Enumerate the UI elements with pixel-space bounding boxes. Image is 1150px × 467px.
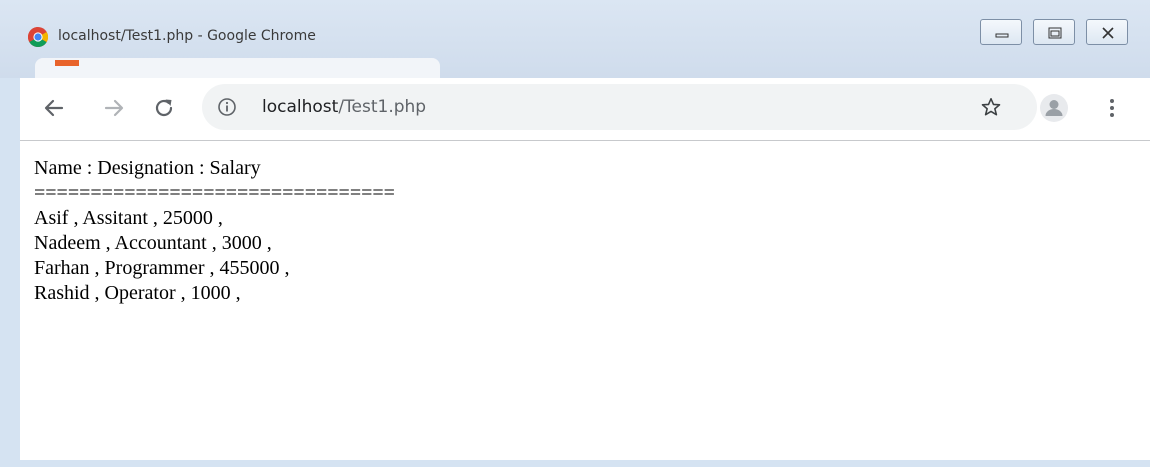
avatar-icon[interactable] bbox=[1040, 94, 1068, 122]
page-content: Name : Designation : Salary ============… bbox=[20, 141, 1150, 460]
browser-window: localhost/Test1.php - Google Chrome loca… bbox=[0, 0, 1150, 467]
chrome-logo-icon bbox=[28, 27, 48, 47]
browser-toolbar: localhost/Test1.php bbox=[20, 78, 1150, 140]
info-icon[interactable] bbox=[217, 97, 237, 117]
minimize-icon bbox=[995, 33, 1009, 38]
record-line: Nadeem , Accountant , 3000 , bbox=[34, 232, 272, 254]
tab-active[interactable] bbox=[35, 58, 440, 78]
address-bar[interactable]: localhost/Test1.php bbox=[202, 84, 1037, 130]
maximize-icon bbox=[1048, 27, 1062, 39]
header-line: Name : Designation : Salary bbox=[34, 157, 261, 179]
url-host: localhost bbox=[262, 97, 339, 117]
close-button[interactable] bbox=[1086, 19, 1128, 45]
forward-arrow-icon[interactable] bbox=[102, 96, 126, 120]
minimize-button[interactable] bbox=[980, 19, 1022, 45]
reload-icon[interactable] bbox=[152, 96, 176, 120]
back-arrow-icon[interactable] bbox=[42, 96, 66, 120]
page-body: Name : Designation : Salary ============… bbox=[34, 156, 395, 306]
tab-favicon-icon bbox=[55, 60, 79, 66]
url-path: /Test1.php bbox=[338, 97, 427, 117]
close-icon bbox=[1102, 27, 1114, 39]
record-line: Rashid , Operator , 1000 , bbox=[34, 282, 241, 304]
star-icon[interactable] bbox=[980, 96, 1002, 118]
record-line: Farhan , Programmer , 455000 , bbox=[34, 257, 290, 279]
separator-line: ================================ bbox=[34, 182, 395, 204]
maximize-button[interactable] bbox=[1033, 19, 1075, 45]
kebab-menu-icon[interactable] bbox=[1102, 96, 1122, 120]
title-bar[interactable]: localhost/Test1.php - Google Chrome bbox=[0, 0, 1150, 78]
url-text[interactable]: localhost/Test1.php bbox=[262, 97, 426, 117]
tab-strip bbox=[0, 58, 1150, 78]
window-title: localhost/Test1.php - Google Chrome bbox=[58, 28, 316, 44]
record-line: Asif , Assitant , 25000 , bbox=[34, 207, 223, 229]
